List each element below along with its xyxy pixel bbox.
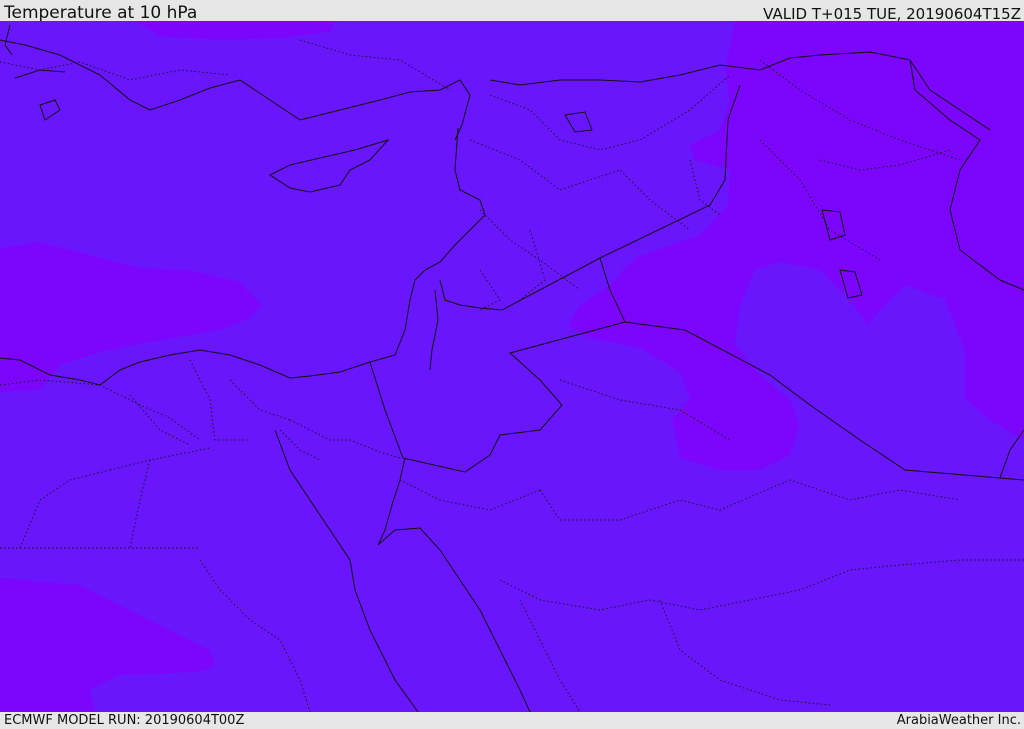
footer-bar: ECMWF MODEL RUN: 20190604T00Z ArabiaWeat…	[0, 712, 1024, 729]
header-bar: Temperature at 10 hPa VALID T+015 TUE, 2…	[0, 0, 1024, 23]
map-canvas	[0, 21, 1024, 712]
weather-map[interactable]	[0, 21, 1024, 712]
map-title: Temperature at 10 hPa	[4, 3, 198, 23]
model-run-label: ECMWF MODEL RUN: 20190604T00Z	[4, 713, 245, 728]
credit-label: ArabiaWeather Inc.	[896, 713, 1021, 728]
